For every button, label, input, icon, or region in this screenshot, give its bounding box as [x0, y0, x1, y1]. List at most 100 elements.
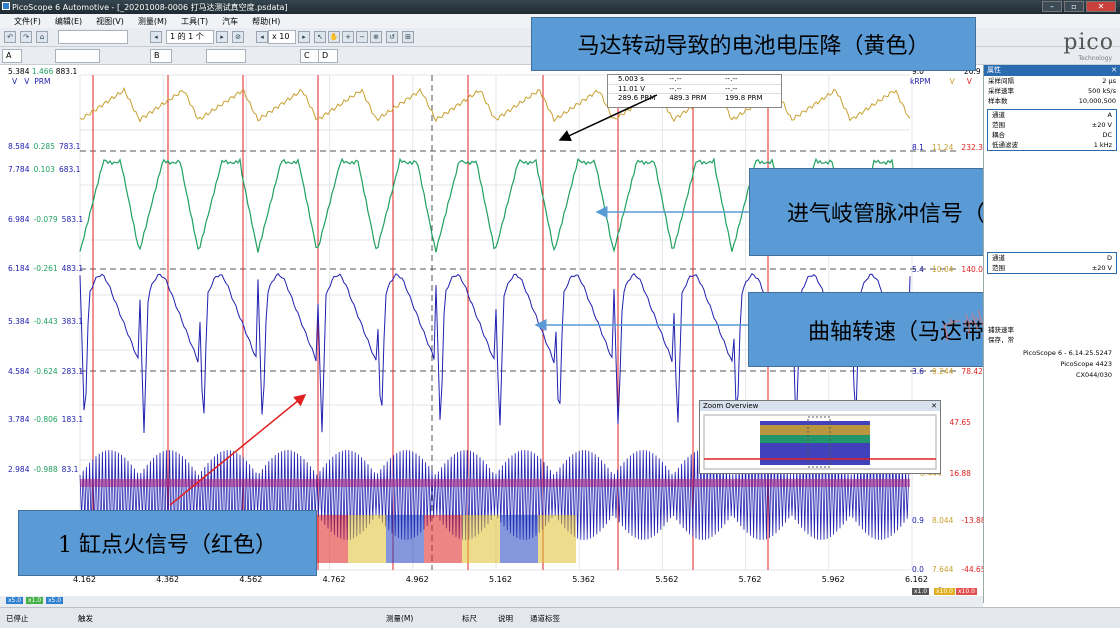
yellow-trace [79, 86, 911, 123]
undo-icon[interactable]: ↶ [4, 31, 16, 43]
cursor-value: --.-- [725, 85, 738, 93]
property-value: A [1107, 111, 1112, 119]
menu-help[interactable]: 帮助(H) [252, 16, 280, 27]
pico-logo-sub: Technology [1078, 55, 1112, 62]
channel-d-select[interactable]: D [318, 49, 338, 63]
zoom-in-icon[interactable]: + [342, 31, 354, 43]
left-axis-units: V V PRM [12, 77, 50, 86]
menu-measure[interactable]: 测量(M) [138, 16, 167, 27]
property-key: 样本数 [988, 97, 1008, 105]
scale-badge[interactable]: x10.0 [934, 588, 955, 595]
cursor-readout[interactable]: 5.003 s --.-- --.-- 11.01 V --.-- --.-- 289.6 … [607, 74, 782, 108]
undo-zoom-icon[interactable]: ↺ [386, 31, 398, 43]
menu-edit[interactable]: 编辑(E) [55, 16, 82, 27]
unit-v1: V [949, 77, 955, 86]
property-value: 1 kHz [1093, 141, 1112, 149]
prev-page-icon[interactable]: ◂ [150, 31, 162, 43]
right-axis-tick: 78.42 [961, 367, 983, 376]
cursor-value: 289.6 PRM [618, 94, 656, 102]
minimize-button[interactable]: – [1042, 1, 1062, 12]
left-axis-tick: 0.103 [33, 165, 55, 174]
decode-block [462, 515, 500, 563]
cursor-row: 11.01 V --.-- --.-- [608, 84, 781, 93]
cursor-value: 489.3 PRM [669, 94, 707, 102]
left-axis-tick: 7.784 [8, 165, 30, 174]
left-axis-tick: -0.624 [33, 367, 58, 376]
pico-logo: pico [1063, 30, 1114, 55]
menu-view[interactable]: 视图(V) [96, 16, 124, 27]
scale-badge[interactable]: x10.0 [956, 588, 977, 595]
left-axis-tick: 5.384 [8, 317, 30, 326]
x-axis-tick: 4.162 [73, 575, 96, 584]
measure-button[interactable]: 测量(M) [386, 613, 413, 624]
channel-b-select[interactable]: B [150, 49, 172, 63]
scale-badge[interactable]: x5.0 [6, 597, 24, 604]
menu-file[interactable]: 文件(F) [14, 16, 41, 27]
horizontal-scrollbar[interactable]: x5.0 x1.0 x5.0 x1.0 x10.0 x10.0 [0, 588, 983, 607]
x-axis-tick: 5.562 [655, 575, 679, 584]
cursor-row: 289.6 PRM 489.3 PRM 199.8 PRM [608, 93, 781, 102]
scale-badge[interactable]: x1.0 [26, 597, 44, 604]
property-row: 低通滤波 1 kHz [988, 140, 1116, 150]
cursor-value: --.-- [669, 85, 682, 93]
close-button[interactable]: ✕ [1086, 1, 1116, 12]
red-ignition-band [80, 479, 910, 487]
decode-block [538, 515, 576, 563]
maximize-button[interactable]: ▫ [1064, 1, 1084, 12]
left-axis-tick: -0.806 [33, 415, 58, 424]
zoom-fit-icon[interactable]: ⊕ [370, 31, 382, 43]
left-axis-tick: 283.1 [61, 367, 84, 376]
left-axis-tick: 583.1 [61, 215, 84, 224]
property-value: D [1106, 254, 1112, 262]
reset-icon[interactable]: ⊘ [232, 31, 244, 43]
menu-auto[interactable]: 汽车 [222, 16, 238, 27]
ruler-button[interactable]: 标尺 [462, 613, 477, 624]
zoom-next-icon[interactable]: ▸ [298, 31, 310, 43]
x-axis-tick: 4.362 [156, 575, 180, 584]
channel-a-range[interactable] [55, 49, 100, 63]
trigger-label[interactable]: 触发 [78, 613, 93, 624]
left-axis-row: 6.184 -0.261 483.1 [8, 264, 87, 273]
scale-badge[interactable]: x5.0 [46, 597, 64, 604]
redo-icon[interactable]: ↷ [20, 31, 32, 43]
x-axis-tick: 4.562 [239, 575, 263, 584]
property-key: 采样速率 [988, 87, 1014, 95]
left-axis-tick: 2.984 [8, 465, 30, 474]
pointer-icon[interactable]: ↖ [314, 31, 326, 43]
zoom-prev-icon[interactable]: ◂ [256, 31, 268, 43]
cursor-row: 5.003 s --.-- --.-- [608, 75, 781, 84]
app-icon [2, 2, 10, 10]
x-axis-tick: 5.962 [821, 575, 845, 584]
callout-yellow: 马达转动导致的电池电压降（黄色） [531, 17, 976, 71]
stop-status[interactable]: 已停止 [6, 613, 29, 624]
properties-close-icon[interactable]: ✕ [1111, 65, 1117, 76]
right-axis-tick: 140.0 [961, 265, 983, 274]
channel-b-range[interactable] [206, 49, 246, 63]
channel-label-button[interactable]: 通道标签 [530, 613, 560, 624]
channel-a-select[interactable]: A [2, 49, 22, 63]
channel-c-select[interactable]: C [300, 49, 320, 63]
zoom-overview[interactable]: Zoom Overview ✕ [699, 400, 941, 474]
zoom-overview-close-icon[interactable]: ✕ [931, 401, 940, 411]
hand-icon[interactable]: ✋ [328, 31, 340, 43]
timebase-select[interactable] [58, 30, 128, 44]
property-row: 采样速率 500 kS/s [984, 86, 1120, 96]
note-button[interactable]: 说明 [498, 613, 513, 624]
property-key: 范围 [992, 121, 1005, 129]
property-row: 采样间隔 2 μs [984, 76, 1120, 86]
property-row: 通道 D [988, 253, 1116, 263]
menu-tools[interactable]: 工具(T) [181, 16, 208, 27]
next-page-icon[interactable]: ▸ [216, 31, 228, 43]
property-row: 范围 ±20 V [988, 263, 1116, 273]
cursor-value: --.-- [669, 75, 682, 83]
zoom-out-icon[interactable]: − [356, 31, 368, 43]
left-axis-tick: 183.1 [61, 415, 84, 424]
property-value: ±20 V [1091, 264, 1112, 272]
scale-badge[interactable]: x1.0 [912, 588, 930, 595]
left-axis-tick: -0.079 [33, 215, 58, 224]
ruler-icon[interactable]: ⊞ [402, 31, 414, 43]
zoom-yellow-block [760, 425, 870, 435]
home-icon[interactable]: ⌂ [36, 31, 48, 43]
unit-v2: V [966, 77, 972, 86]
cursor-value: --.-- [725, 75, 738, 83]
